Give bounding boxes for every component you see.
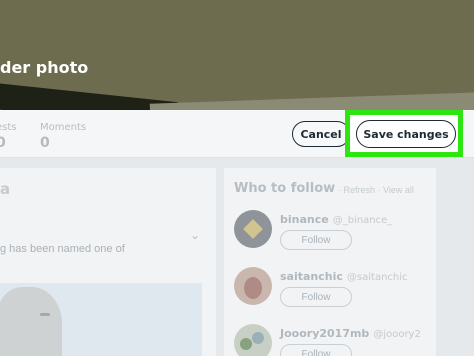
- header-photo-label: der photo: [0, 58, 89, 77]
- avatar[interactable]: [234, 324, 272, 356]
- account-handle: @saitanchic: [346, 272, 408, 283]
- account-name[interactable]: Jooory2017mb @jooory2: [280, 327, 421, 340]
- follow-button[interactable]: Follow: [280, 230, 352, 250]
- account-name[interactable]: binance @_binance_: [280, 213, 392, 226]
- stat-moments[interactable]: Moments 0: [40, 122, 86, 151]
- tweet-photo[interactable]: [0, 283, 202, 356]
- tweet-heading: a: [0, 180, 11, 198]
- avatar-image: [252, 332, 264, 344]
- avatar-image: [240, 338, 252, 350]
- account-name[interactable]: saitanchic @saitanchic: [280, 270, 408, 283]
- stat-label: Moments: [40, 122, 87, 133]
- account-handle: @jooory2: [373, 329, 421, 340]
- who-to-follow-links[interactable]: · Refresh · View all: [338, 185, 414, 195]
- header-photo[interactable]: der photo: [0, 0, 474, 110]
- header-photo-shape: [149, 92, 474, 110]
- person-image-detail: [40, 313, 50, 316]
- stat-tweets[interactable]: ests 0: [0, 122, 17, 151]
- person-image: [0, 287, 62, 356]
- tweet-text: g has been named one of: [0, 243, 125, 255]
- who-to-follow-title: Who to follow: [234, 181, 336, 196]
- stat-value: 0: [40, 135, 50, 151]
- chevron-down-icon[interactable]: ⌄: [190, 228, 200, 242]
- avatar[interactable]: [234, 267, 272, 305]
- follow-button[interactable]: Follow: [280, 344, 352, 356]
- binance-logo-icon: [243, 219, 263, 239]
- save-changes-button[interactable]: Save changes: [356, 120, 456, 148]
- follow-button[interactable]: Follow: [280, 287, 352, 307]
- avatar-image: [244, 277, 262, 299]
- stat-label: ests: [0, 122, 17, 133]
- cancel-button[interactable]: Cancel: [292, 121, 350, 147]
- account-handle: @_binance_: [332, 215, 393, 226]
- avatar[interactable]: [234, 210, 272, 248]
- profile-edit-page: der photo ests 0 Moments 0 Cancel Save c…: [0, 0, 474, 356]
- stat-value: 0: [0, 135, 6, 151]
